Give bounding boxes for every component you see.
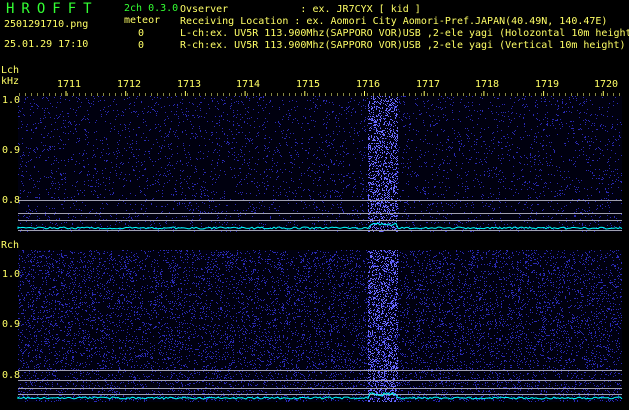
- time-tick: 1713: [177, 79, 202, 90]
- time-tick: 1717: [416, 79, 441, 90]
- filename-label: 2501291710.png: [4, 19, 89, 30]
- rch-y-label: 0.9: [2, 319, 21, 330]
- time-tick-marks: [19, 91, 620, 96]
- app-title: HROFFT: [6, 1, 99, 17]
- lch-label: Lch: [1, 65, 20, 76]
- spectrogram-display: [17, 91, 623, 402]
- location-info: Receiving Location : ex. Aomori City Aom…: [180, 16, 608, 27]
- datetime-label: 25.01.29 17:10: [4, 39, 89, 50]
- lch-background: [18, 96, 622, 232]
- lch-y-label: 0.9: [2, 145, 21, 156]
- lch-y-label: 1.0: [2, 95, 21, 106]
- rch-info: R-ch:ex. UV5R 113.900Mhz(SAPPORO VOR)USB…: [180, 40, 626, 51]
- rch-label: Rch: [1, 240, 20, 251]
- meteor-count-lch: 0: [138, 28, 145, 39]
- rch-spectrogram: [17, 250, 623, 402]
- meteor-label: meteor: [124, 15, 161, 26]
- khz-label: kHz: [1, 76, 20, 87]
- time-tick: 1711: [57, 79, 82, 90]
- lch-spectrogram: [17, 96, 623, 232]
- observer-info: Ovserver : ex. JR7CYX [ kid ]: [180, 4, 421, 15]
- version-label: 2ch 0.3.0: [124, 3, 179, 14]
- time-tick: 1720: [594, 79, 619, 90]
- hrofft-window: HROFFT 2ch 0.3.0 2501291710.png 25.01.29…: [0, 0, 629, 410]
- time-tick: 1712: [117, 79, 142, 90]
- rch-y-label: 1.0: [2, 269, 21, 280]
- time-tick: 1718: [475, 79, 500, 90]
- rch-y-label: 0.8: [2, 370, 21, 381]
- lch-info: L-ch:ex. UV5R 113.900Mhz(SAPPORO VOR)USB…: [180, 28, 629, 39]
- meteor-count-rch: 0: [138, 40, 145, 51]
- time-tick: 1715: [296, 79, 321, 90]
- time-tick: 1716: [356, 79, 381, 90]
- time-tick: 1714: [236, 79, 261, 90]
- lch-y-label: 0.8: [2, 195, 21, 206]
- time-tick: 1719: [535, 79, 560, 90]
